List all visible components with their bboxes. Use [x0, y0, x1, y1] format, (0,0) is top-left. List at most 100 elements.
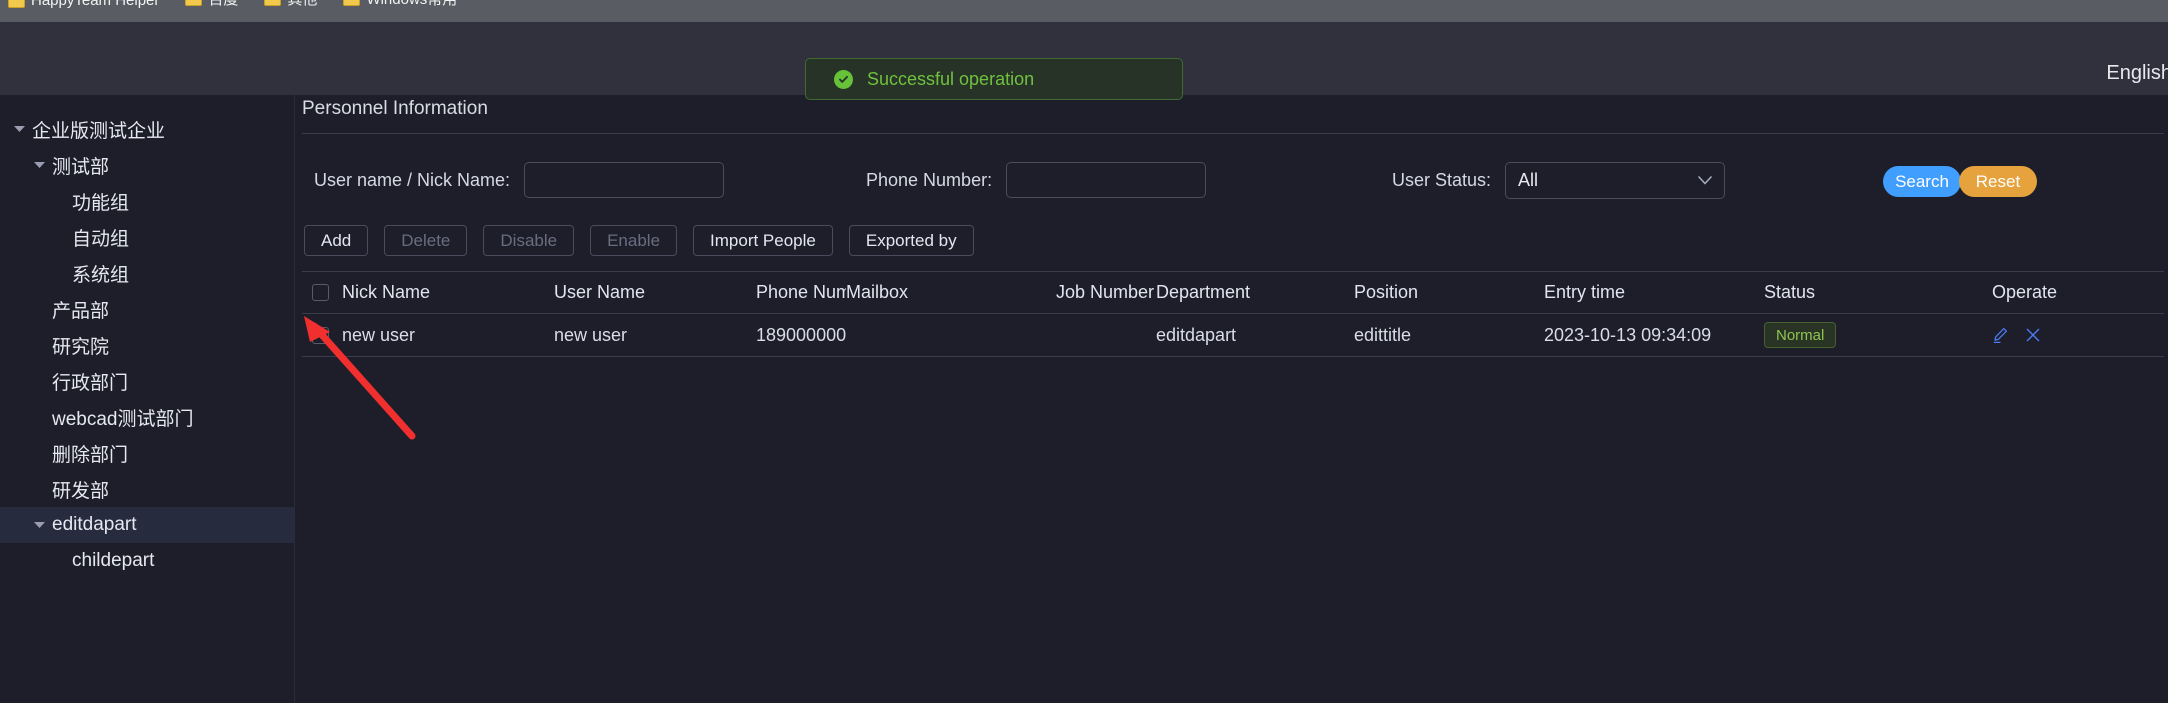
bookmark-label: Windows常用 — [366, 0, 457, 9]
user-status-label: User Status: — [1392, 170, 1492, 190]
select-all-cell — [302, 284, 342, 301]
select-all-checkbox[interactable] — [312, 284, 329, 301]
sidebar-item-rd-dept[interactable]: 研发部 — [0, 471, 294, 507]
column-header-position: Position — [1354, 282, 1419, 302]
bookmark-item[interactable]: HappyTeam Helper — [8, 0, 159, 9]
cell-operate — [1992, 327, 2152, 344]
delete-button[interactable]: Delete — [384, 225, 468, 256]
personnel-table: Nick Name User Name Phone Number Mailbox… — [302, 271, 2164, 357]
search-username-input[interactable] — [524, 162, 725, 198]
sidebar-item-product-dept[interactable]: 产品部 — [0, 291, 294, 327]
bookmark-label: 百度 — [208, 0, 238, 9]
chevron-placeholder-icon — [48, 557, 70, 565]
table-header-row: Nick Name User Name Phone Number Mailbox… — [302, 271, 2164, 314]
status-badge: Normal — [1764, 322, 1837, 348]
department-tree-sidebar[interactable]: 企业版测试企业 测试部 功能组 自动组 系统组 产品部 研究院 行政部门 web… — [0, 95, 295, 703]
chevron-placeholder-icon — [28, 305, 50, 313]
cell-nick-name: new user — [342, 324, 416, 345]
bookmark-item[interactable]: Windows常用 — [343, 0, 457, 9]
chevron-placeholder-icon — [28, 413, 50, 421]
disable-button[interactable]: Disable — [483, 225, 575, 256]
sidebar-item-label: childepart — [72, 550, 155, 571]
search-filter-form: User name / Nick Name: Phone Number: Use… — [296, 150, 2168, 214]
row-checkbox[interactable] — [312, 326, 329, 344]
chevron-placeholder-icon — [28, 377, 50, 385]
cell-phone-number: 18900000011 — [756, 324, 846, 345]
reset-button[interactable]: Reset — [1959, 166, 2037, 197]
username-nickname-field: User name / Nick Name: — [314, 162, 725, 198]
chevron-down-icon — [1698, 176, 1712, 185]
cell-entry-time: 2023-10-13 09:34:09 — [1544, 324, 1712, 345]
sidebar-item-enterprise-test[interactable]: 企业版测试企业 — [0, 111, 294, 147]
chevron-placeholder-icon — [48, 233, 70, 241]
sidebar-item-system-group[interactable]: 系统组 — [0, 255, 294, 291]
language-switcher[interactable]: English — [2106, 62, 2168, 85]
sidebar-item-webcad-test-dept[interactable]: webcad测试部门 — [0, 399, 294, 435]
column-header-entry-time: Entry time — [1544, 282, 1626, 302]
personnel-information-panel: Personnel Information User name / Nick N… — [296, 95, 2168, 703]
sidebar-item-research-institute[interactable]: 研究院 — [0, 327, 294, 363]
sidebar-item-admin-dept[interactable]: 行政部门 — [0, 363, 294, 399]
sidebar-item-label: webcad测试部门 — [52, 408, 194, 430]
bookmark-item[interactable]: 百度 — [185, 0, 238, 9]
sidebar-item-auto-group[interactable]: 自动组 — [0, 219, 294, 255]
sidebar-item-label: 产品部 — [52, 300, 110, 322]
import-people-button[interactable]: Import People — [693, 225, 833, 256]
folder-icon — [343, 0, 361, 6]
exported-by-button[interactable]: Exported by — [848, 225, 974, 256]
user-status-select[interactable]: All — [1505, 162, 1726, 199]
sidebar-item-childepart[interactable]: childepart — [0, 543, 294, 579]
chevron-down-icon[interactable] — [28, 161, 50, 169]
sidebar-item-label: 研究院 — [52, 336, 110, 358]
sidebar-item-label: 自动组 — [72, 228, 130, 250]
phone-number-field: Phone Number: — [866, 162, 1207, 198]
column-header-mailbox: Mailbox — [846, 282, 909, 302]
column-header-department: Department — [1156, 282, 1251, 302]
column-header-phone-number: Phone Number — [756, 282, 846, 302]
cell-department: editdapart — [1156, 324, 1237, 345]
bookmark-label: HappyTeam Helper — [31, 0, 160, 9]
search-button[interactable]: Search — [1883, 166, 1961, 197]
row-select-cell — [302, 326, 342, 344]
folder-icon — [8, 0, 25, 8]
table-row[interactable]: new user new user 18900000011 editdapart… — [302, 314, 2164, 357]
app-root: English Successful operation 企业版测试企业 测试部 — [0, 22, 2168, 703]
column-header-user-name: User Name — [554, 282, 646, 302]
cell-user-name: new user — [554, 324, 628, 345]
sidebar-item-function-group[interactable]: 功能组 — [0, 183, 294, 219]
sidebar-item-label: 企业版测试企业 — [32, 120, 166, 142]
sidebar-item-label: editdapart — [52, 514, 137, 535]
success-toast: Successful operation — [805, 58, 1183, 100]
username-nickname-label: User name / Nick Name: — [314, 169, 511, 190]
phone-number-label: Phone Number: — [866, 169, 993, 190]
sidebar-item-delete-dept[interactable]: 删除部门 — [0, 435, 294, 471]
chevron-placeholder-icon — [28, 341, 50, 349]
toast-message: Successful operation — [867, 68, 1035, 89]
divider — [302, 133, 2164, 134]
chevron-placeholder-icon — [48, 269, 70, 277]
page-title: Personnel Information — [302, 98, 488, 119]
column-header-operate: Operate — [1992, 282, 2058, 302]
column-header-job-number: Job Number — [1056, 282, 1155, 302]
cell-status: Normal — [1764, 322, 1992, 348]
sidebar-item-label: 删除部门 — [52, 444, 129, 466]
success-check-circle-icon — [834, 69, 853, 89]
sidebar-item-editdapart[interactable]: editdapart — [0, 507, 294, 543]
user-status-field: User Status: All — [1392, 162, 1726, 199]
enable-button[interactable]: Enable — [590, 225, 678, 256]
close-icon[interactable] — [2025, 327, 2041, 343]
sidebar-item-test-dept[interactable]: 测试部 — [0, 147, 294, 183]
chevron-down-icon[interactable] — [8, 125, 30, 133]
chevron-placeholder-icon — [48, 197, 70, 205]
add-button[interactable]: Add — [304, 225, 369, 256]
operate-icon-group — [1992, 327, 2144, 344]
search-phone-input[interactable] — [1006, 162, 1207, 198]
sidebar-item-label: 行政部门 — [52, 372, 129, 394]
edit-pencil-icon[interactable] — [1992, 327, 2009, 344]
bookmark-item[interactable]: 其他 — [264, 0, 317, 9]
user-status-value: All — [1518, 170, 1539, 190]
sidebar-item-label: 功能组 — [72, 192, 130, 214]
chevron-down-icon[interactable] — [28, 521, 50, 529]
chevron-placeholder-icon — [28, 449, 50, 457]
sidebar-item-label: 研发部 — [52, 480, 110, 502]
